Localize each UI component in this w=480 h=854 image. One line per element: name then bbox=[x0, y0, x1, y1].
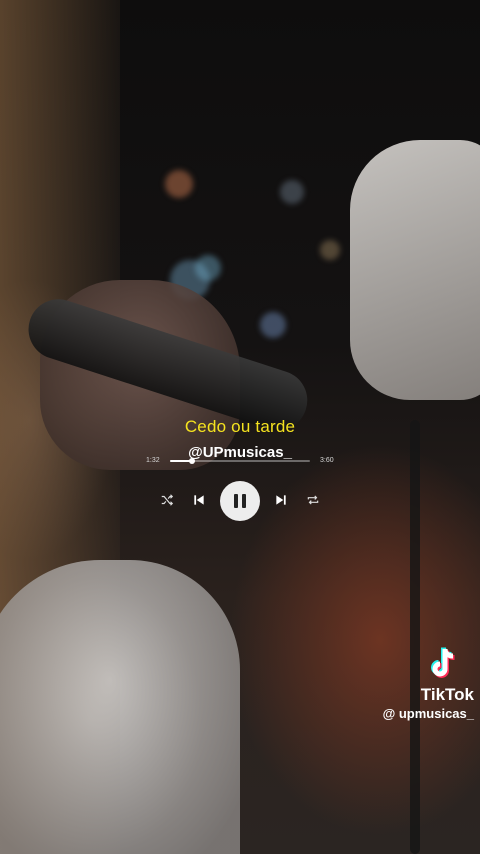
tiktok-brand: TikTok bbox=[420, 685, 474, 704]
progress-bar[interactable] bbox=[170, 458, 310, 464]
progress-knob[interactable] bbox=[189, 458, 196, 464]
tiktok-logo-icon bbox=[431, 647, 455, 678]
repeat-icon bbox=[307, 495, 319, 505]
channel-handle: @UPmusicas_ bbox=[188, 444, 292, 461]
player-overlay: Cedo ou tarde @UPmusicas_ 1:32 3:60 bbox=[0, 0, 480, 854]
shuffle-icon bbox=[161, 494, 174, 506]
shuffle-button[interactable] bbox=[154, 487, 180, 513]
song-title: Cedo ou tarde bbox=[184, 417, 296, 436]
total-time: 3:60 bbox=[320, 457, 334, 464]
previous-button[interactable] bbox=[186, 487, 212, 513]
repeat-button[interactable] bbox=[300, 487, 326, 513]
next-button[interactable] bbox=[268, 487, 294, 513]
video-frame[interactable]: Cedo ou tarde @UPmusicas_ 1:32 3:60 TikT… bbox=[0, 0, 480, 854]
skip-next-icon bbox=[276, 495, 286, 505]
elapsed-time: 1:32 bbox=[146, 457, 160, 464]
skip-previous-icon bbox=[194, 495, 204, 505]
pause-icon bbox=[242, 494, 246, 508]
tiktok-user-handle: @ upmusicas_ bbox=[382, 706, 474, 721]
pause-button[interactable] bbox=[220, 481, 260, 521]
pause-icon bbox=[234, 494, 238, 508]
